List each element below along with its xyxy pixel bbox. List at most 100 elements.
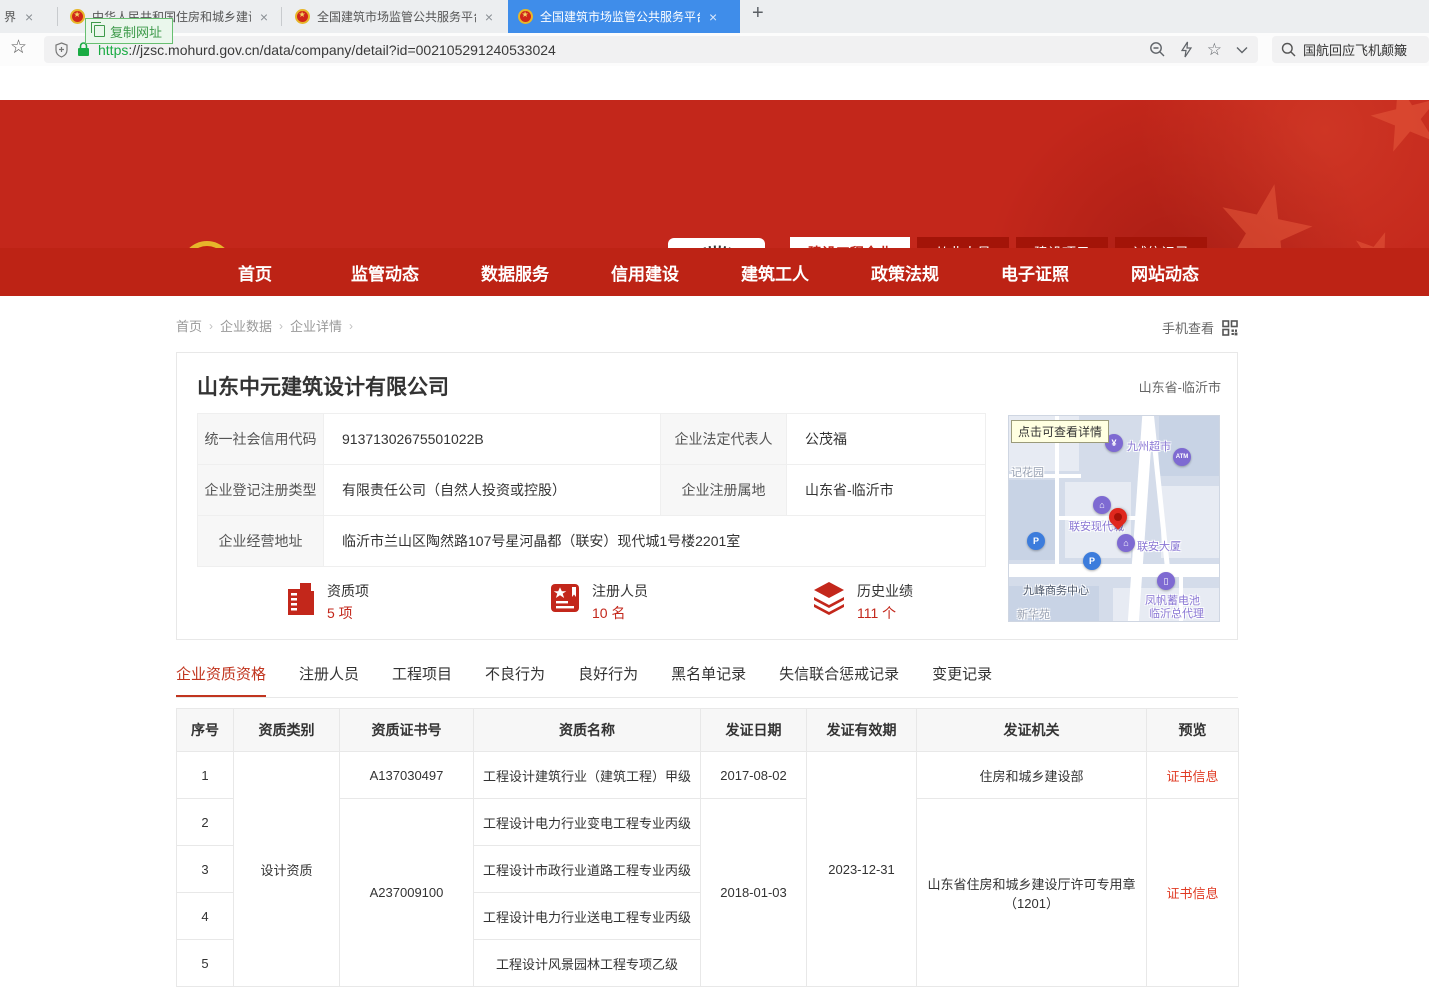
stat-historical-performance[interactable]: 历史业绩 111 个	[723, 581, 986, 623]
tab-close-icon[interactable]: ×	[485, 9, 493, 25]
bookmark-star-icon[interactable]: ☆	[10, 36, 27, 59]
shield-permission-icon[interactable]	[54, 42, 69, 58]
certificate-info-link[interactable]: 证书信息	[1166, 886, 1218, 901]
legal-representative-value: 公茂福	[787, 414, 986, 465]
map-label-tower: 联安大厦	[1137, 538, 1181, 554]
company-region: 山东省-临沂市	[1139, 377, 1221, 396]
favorite-star-icon[interactable]: ☆	[1207, 40, 1222, 60]
new-tab-button[interactable]: +	[752, 2, 764, 25]
qr-code-icon	[1222, 320, 1238, 336]
company-stats: 资质项 5 项 注册人员 10 名 历史	[197, 581, 986, 623]
col-qual-name: 资质名称	[474, 709, 701, 752]
url-text: https://jzsc.mohurd.gov.cn/data/company/…	[98, 42, 1141, 58]
table-row: 企业经营地址 临沂市兰山区陶然路107号星河晶都（联安）现代城1号楼2201室	[198, 516, 986, 567]
parking-poi-icon: P	[1083, 552, 1101, 570]
tab-title: 全国建筑市场监管公共服务平台	[540, 8, 700, 25]
tab-change-records[interactable]: 变更记录	[932, 663, 992, 697]
chevron-down-icon[interactable]	[1236, 46, 1248, 54]
company-info-table: 统一社会信用代码 91371302675501022B 企业法定代表人 公茂福 …	[197, 413, 986, 567]
search-tab-enterprise[interactable]: 建设工程企业	[790, 237, 910, 248]
tab-registered-personnel[interactable]: 注册人员	[299, 663, 359, 697]
tab-title: 全国建筑市场监管公共服务平台	[317, 8, 476, 25]
search-tab-credit[interactable]: 诚信记录	[1115, 237, 1207, 248]
map-label-supermarket: 九州超市	[1127, 438, 1171, 454]
tab-divider	[281, 7, 282, 26]
browser-tab-jzsc-1[interactable]: 全国建筑市场监管公共服务平台 ×	[285, 0, 503, 33]
preview-cell: 证书信息	[1147, 799, 1239, 987]
flash-icon[interactable]	[1180, 41, 1193, 58]
stat-label: 历史业绩	[857, 581, 913, 601]
breadcrumb-home[interactable]: 首页	[176, 316, 202, 335]
stat-registered-personnel[interactable]: 注册人员 10 名	[460, 581, 723, 623]
map-tooltip: 点击可查看详情	[1011, 420, 1109, 443]
breadcrumb: 首页 › 企业数据 › 企业详情 ›	[176, 316, 353, 335]
nav-item-certificate[interactable]: 电子证照	[970, 260, 1100, 285]
table-row: 企业登记注册类型 有限责任公司（自然人投资或控股） 企业注册属地 山东省-临沂市	[198, 465, 986, 516]
location-map[interactable]: 点击可查看详情 ¥ 九州超市 ATM 记花园 ⌂ 联安现代城 ⌂ 联安大厦 P …	[1008, 415, 1220, 622]
residence-poi-icon: ⌂	[1093, 496, 1111, 514]
tab-good-behavior[interactable]: 良好行为	[578, 663, 638, 697]
registration-region-value: 山东省-临沂市	[787, 465, 986, 516]
table-row: 统一社会信用代码 91371302675501022B 企业法定代表人 公茂福	[198, 414, 986, 465]
tab-bad-behavior[interactable]: 不良行为	[485, 663, 545, 697]
col-preview: 预览	[1147, 709, 1239, 752]
breadcrumb-separator: ›	[209, 319, 213, 333]
emblem-favicon-icon	[70, 9, 85, 24]
nav-item-policy[interactable]: 政策法规	[840, 260, 970, 285]
copy-icon	[94, 25, 105, 37]
tab-close-icon[interactable]: ×	[709, 9, 717, 25]
copy-url-label: 复制网址	[110, 22, 162, 41]
certificate-info-link[interactable]: 证书信息	[1166, 769, 1218, 784]
url-path: ://jzsc.mohurd.gov.cn/data/company/detai…	[128, 42, 555, 58]
tab-blacklist[interactable]: 黑名单记录	[671, 663, 746, 697]
stat-label: 注册人员	[592, 581, 648, 601]
map-label-xinhuayuan: 新华苑	[1017, 606, 1050, 622]
nav-item-supervision[interactable]: 监管动态	[320, 260, 450, 285]
authority-line-1: 山东省住房和城乡建设厅许可专用章	[923, 874, 1140, 893]
national-emblem-logo	[178, 239, 236, 248]
mobile-view-label: 手机查看	[1162, 318, 1214, 337]
certificate-book-icon	[548, 581, 582, 615]
preview-cell: 证书信息	[1147, 752, 1239, 799]
nav-item-data-service[interactable]: 数据服务	[450, 260, 580, 285]
stat-value: 10 名	[592, 603, 648, 623]
mobile-view-control[interactable]: 手机查看	[1162, 318, 1238, 337]
tab-close-icon[interactable]: ×	[25, 9, 33, 25]
tab-close-icon[interactable]: ×	[260, 9, 268, 25]
col-index: 序号	[177, 709, 234, 752]
table-header-row: 序号 资质类别 资质证书号 资质名称 发证日期 发证有效期 发证机关 预览	[177, 709, 1239, 752]
table-row: 1 设计资质 A137030497 工程设计建筑行业（建筑工程）甲级 2017-…	[177, 752, 1239, 799]
site-header: ★ ★ ★ 中华人民共和国住房和城乡建设部www.mohurd.gov.cn 全…	[0, 100, 1429, 248]
zoom-out-icon[interactable]	[1149, 41, 1166, 58]
tab-title: 界	[4, 8, 16, 25]
nav-item-credit[interactable]: 信用建设	[580, 260, 710, 285]
tab-dishonesty[interactable]: 失信联合惩戒记录	[779, 663, 899, 697]
col-validity: 发证有效期	[807, 709, 917, 752]
news-search-box[interactable]: 国航回应飞机颠簸	[1272, 36, 1429, 63]
address-bar[interactable]: https://jzsc.mohurd.gov.cn/data/company/…	[44, 36, 1258, 63]
atm-poi-icon: ATM	[1173, 448, 1191, 466]
nav-item-site-news[interactable]: 网站动态	[1100, 260, 1230, 285]
breadcrumb-separator: ›	[349, 319, 353, 333]
main-navigation: 首页 监管动态 数据服务 信用建设 建筑工人 政策法规 电子证照 网站动态	[0, 248, 1429, 296]
layers-icon	[811, 581, 847, 615]
nav-item-home[interactable]: 首页	[190, 260, 320, 285]
search-tab-personnel[interactable]: 从业人员	[917, 237, 1009, 248]
tab-qualifications[interactable]: 企业资质资格	[176, 663, 266, 697]
browser-tab-active[interactable]: 全国建筑市场监管公共服务平台 ×	[508, 0, 740, 33]
row-index: 1	[177, 752, 234, 799]
qual-category: 设计资质	[234, 752, 340, 987]
breadcrumb-company-data[interactable]: 企业数据	[220, 316, 272, 335]
nav-item-workers[interactable]: 建筑工人	[710, 260, 840, 285]
stat-qualifications[interactable]: 资质项 5 项	[197, 581, 460, 623]
field-label: 企业登记注册类型	[198, 465, 324, 516]
search-tab-project[interactable]: 建设项目	[1016, 237, 1108, 248]
cert-no: A137030497	[340, 752, 474, 799]
browser-tab-strip: 界 × 中华人民共和国住房和城乡建设 × 全国建筑市场监管公共服务平台 × 全国…	[0, 0, 1429, 33]
news-search-text: 国航回应飞机颠簸	[1303, 40, 1407, 59]
business-address-value: 临沂市兰山区陶然路107号星河晶都（联安）现代城1号楼2201室	[324, 516, 986, 567]
tab-projects[interactable]: 工程项目	[392, 663, 452, 697]
row-index: 4	[177, 893, 234, 940]
browser-tab-partial[interactable]: 界 ×	[0, 0, 55, 33]
breadcrumb-company-detail[interactable]: 企业详情	[290, 316, 342, 335]
